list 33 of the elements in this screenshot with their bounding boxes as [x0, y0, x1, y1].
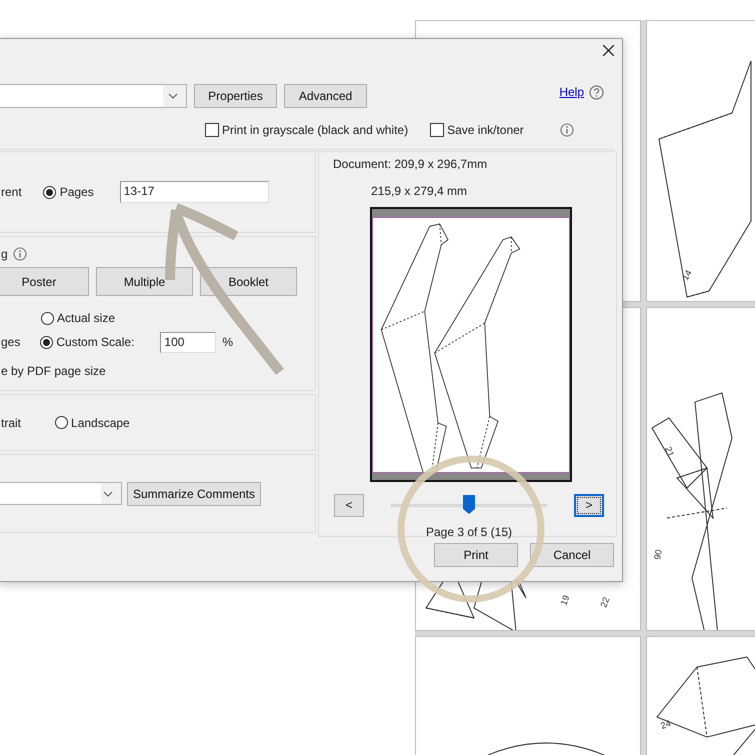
poster-button[interactable]: Poster [0, 267, 89, 296]
actual-size-label: Actual size [57, 310, 116, 327]
part-number: 24 [659, 718, 672, 731]
previous-page-button[interactable]: < [334, 494, 364, 516]
current-option-label: rent [1, 184, 22, 201]
percent-label: % [222, 334, 234, 351]
pages-label: Pages [60, 184, 94, 201]
help-link[interactable]: Help [559, 83, 584, 101]
advanced-button[interactable]: Advanced [284, 84, 367, 108]
next-page-button[interactable]: > [574, 494, 604, 516]
scale-field[interactable]: 100 [160, 332, 216, 352]
summarize-comments-button[interactable]: Summarize Comments [127, 482, 261, 506]
part-number: 21 [663, 445, 676, 458]
page-range-field[interactable]: 13-17 [120, 181, 269, 203]
multiple-button[interactable]: Multiple [96, 267, 193, 296]
cancel-button[interactable]: Cancel [530, 543, 614, 567]
paper-source-option-label: e by PDF page size [1, 364, 106, 378]
page-status-label: Page 3 of 5 (15) [424, 524, 514, 541]
save-ink-label: Save ink/toner [447, 122, 524, 139]
part-number: 22 [598, 596, 612, 609]
paper-size-label: 215,9 x 279,4 mm [371, 183, 468, 200]
properties-button[interactable]: Properties [194, 84, 277, 108]
print-button[interactable]: Print [434, 543, 518, 567]
fit-option-label: ges [1, 334, 20, 351]
section-title: g [1, 246, 8, 263]
landscape-label: Landscape [71, 414, 130, 432]
custom-scale-label: Custom Scale: [56, 334, 134, 351]
part-number: 19 [558, 594, 572, 607]
portrait-label: trait [1, 414, 22, 432]
part-number: 14 [680, 268, 694, 282]
grayscale-label: Print in grayscale (black and white) [222, 122, 408, 139]
part-number: 90 [652, 548, 664, 560]
document-size-label: Document: 209,9 x 296,7mm [333, 156, 488, 173]
